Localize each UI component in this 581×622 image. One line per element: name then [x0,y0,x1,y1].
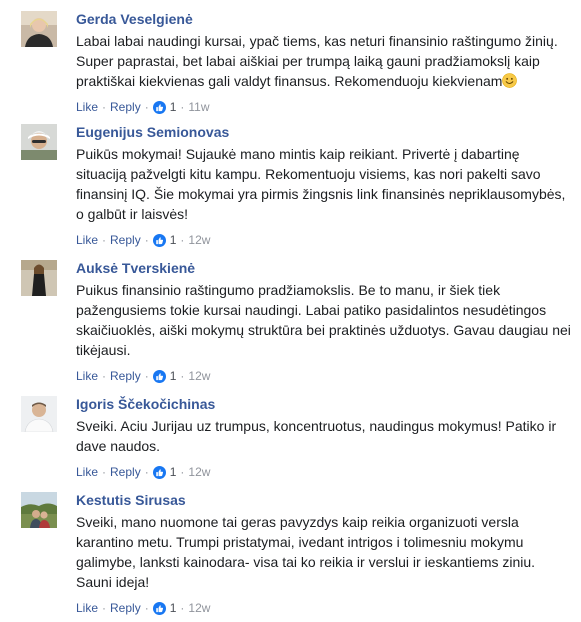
like-link[interactable]: Like [76,232,98,248]
avatar-photo-icon [21,124,57,160]
reaction-count[interactable]: 1 [170,99,177,115]
separator-dot: · [144,233,149,247]
comment-timestamp[interactable]: 12w [188,600,210,616]
comment-author-link[interactable]: Gerda Veselgienė [76,11,571,27]
reaction-count[interactable]: 1 [170,232,177,248]
comment-text: Sveiki. Aciu Jurijau uz trumpus, koncent… [76,418,557,454]
comment-author-link[interactable]: Kestutis Sirusas [76,492,571,508]
avatar-photo-icon [21,11,57,47]
avatar-photo-icon [21,260,57,296]
avatar[interactable] [21,492,57,528]
like-link[interactable]: Like [76,368,98,384]
avatar[interactable] [21,396,57,432]
separator-dot: · [180,369,185,383]
comment-text: Puikus finansinio raštingumo pradžiamoks… [76,282,571,358]
separator-dot: · [102,100,107,114]
separator-dot: · [180,601,185,615]
reply-link[interactable]: Reply [110,600,141,616]
reaction-count[interactable]: 1 [170,464,177,480]
reply-link[interactable]: Reply [110,232,141,248]
reply-link[interactable]: Reply [110,464,141,480]
separator-dot: · [180,100,185,114]
like-reaction-icon[interactable] [152,369,166,383]
like-reaction-icon[interactable] [152,100,166,114]
comment-text: Labai labai naudingi kursai, ypač tiems,… [76,31,571,91]
avatar-photo-icon [21,492,57,528]
separator-dot: · [144,100,149,114]
comment-author-link[interactable]: Auksė Tverskienė [76,260,571,276]
reply-link[interactable]: Reply [110,368,141,384]
comment-timestamp[interactable]: 12w [188,464,210,480]
separator-dot: · [144,601,149,615]
avatar[interactable] [21,260,57,296]
separator-dot: · [102,601,107,615]
like-reaction-icon[interactable] [152,465,166,479]
separator-dot: · [180,465,185,479]
comment-author-link[interactable]: Igoris Ščekočichinas [76,396,571,412]
separator-dot: · [102,465,107,479]
reply-link[interactable]: Reply [110,99,141,115]
comment-actions: Like · Reply · 1 · 12w [76,464,571,480]
like-reaction-icon[interactable] [152,233,166,247]
reaction-count[interactable]: 1 [170,368,177,384]
comment-text: Sveiki, mano nuomone tai geras pavyzdys … [76,514,536,590]
separator-dot: · [144,465,149,479]
separator-dot: · [180,233,185,247]
comment-text-body: Labai labai naudingi kursai, ypač tiems,… [76,33,558,89]
like-link[interactable]: Like [76,99,98,115]
comment-text: Puikūs mokymai! Sujaukė mano mintis kaip… [76,146,566,222]
comments-list: Gerda Veselgienė Labai labai naudingi ku… [0,0,581,622]
comment-actions: Like · Reply · 1 · 12w [76,600,571,616]
avatar[interactable] [21,11,57,47]
separator-dot: · [144,369,149,383]
separator-dot: · [102,369,107,383]
like-link[interactable]: Like [76,600,98,616]
avatar[interactable] [21,124,57,160]
smiley-emoji-icon [502,73,518,88]
comment-author-link[interactable]: Eugenijus Semionovas [76,124,571,140]
like-link[interactable]: Like [76,464,98,480]
separator-dot: · [102,233,107,247]
avatar-photo-icon [21,396,57,432]
comment-actions: Like · Reply · 1 · 12w [76,368,571,384]
comment-timestamp[interactable]: 11w [188,99,209,115]
comment-actions: Like · Reply · 1 · 12w [76,232,571,248]
comment-timestamp[interactable]: 12w [188,232,210,248]
comment-timestamp[interactable]: 12w [188,368,210,384]
like-reaction-icon[interactable] [152,601,166,615]
comment-actions: Like · Reply · 1 · 11w [76,99,571,115]
reaction-count[interactable]: 1 [170,600,177,616]
